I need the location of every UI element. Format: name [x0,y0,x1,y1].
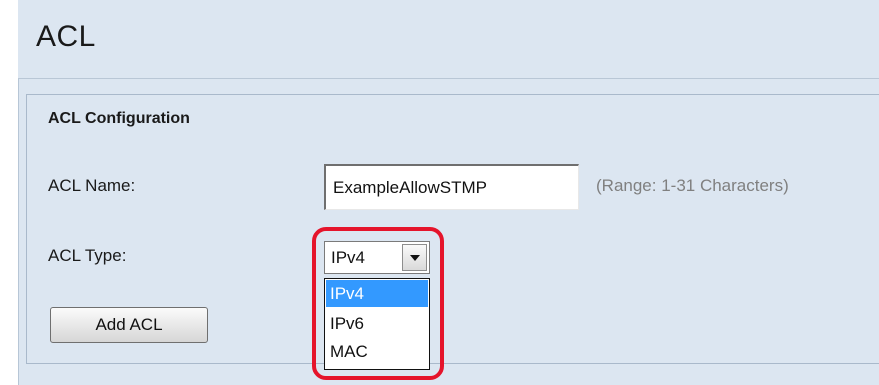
add-acl-button[interactable]: Add ACL [50,307,208,343]
acl-type-label: ACL Type: [48,246,127,265]
highlight-annotation [312,227,444,380]
acl-name-input[interactable] [324,164,579,210]
acl-name-label: ACL Name: [48,176,136,195]
page-title: ACL [36,20,96,53]
acl-name-range-hint: (Range: 1-31 Characters) [596,176,789,195]
title-bar [18,0,879,79]
section-title: ACL Configuration [48,110,190,127]
